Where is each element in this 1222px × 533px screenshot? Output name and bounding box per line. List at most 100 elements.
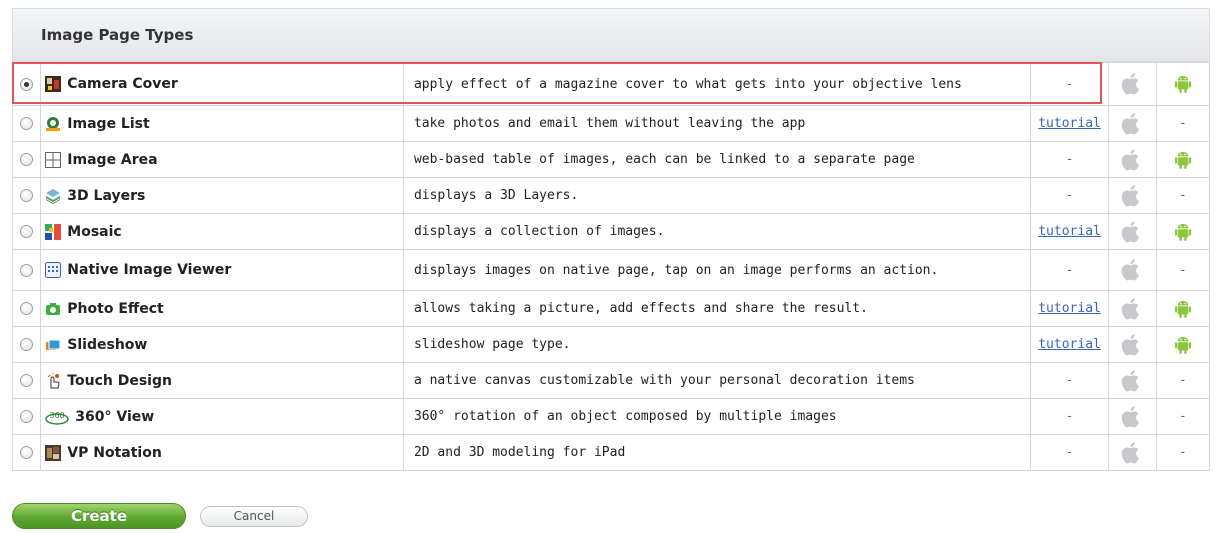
radio-cell (11, 177, 42, 214)
tutorial-cell: tutorial (1029, 290, 1110, 327)
apple-icon (1121, 220, 1143, 242)
tutorial-unavailable: - (1065, 262, 1074, 278)
android-cell: - (1155, 177, 1211, 214)
page-type-description: allows taking a picture, add effects and… (402, 290, 1031, 327)
page-type-name: Slideshow (67, 336, 148, 353)
action-bar: Create Cancel (12, 503, 308, 529)
ios-cell (1108, 105, 1157, 142)
table-row[interactable]: VP Notation 2D and 3D modeling for iPad - - (11, 434, 1211, 471)
android-unavailable: - (1178, 445, 1187, 460)
table-row[interactable]: Mosaic displays a collection of images. tu… (11, 213, 1211, 250)
page-type-name: Native Image Viewer (67, 262, 232, 278)
page-type-radio[interactable] (20, 225, 34, 238)
page-type-name: Mosaic (67, 223, 122, 240)
android-unavailable: - (1178, 188, 1187, 203)
page-type-name-cell: Image Area (40, 141, 404, 178)
vp-notation-icon (45, 444, 62, 461)
radio-cell (11, 290, 42, 327)
page-type-radio[interactable] (20, 338, 34, 351)
radio-cell (11, 398, 42, 435)
page-types-panel: Image Page Types Camera Cover apply effec… (11, 8, 1211, 478)
page-type-name: Camera Cover (67, 76, 178, 92)
table-row[interactable]: Image Area web-based table of images, eac… (11, 141, 1211, 178)
page-type-name: Image Area (67, 151, 158, 168)
table-row[interactable]: Native Image Viewer displays images on na… (11, 249, 1211, 291)
page-type-radio[interactable] (20, 263, 34, 277)
cancel-button[interactable]: Cancel (200, 505, 308, 527)
android-cell: - (1155, 249, 1211, 291)
page-type-name: 360° View (75, 408, 155, 425)
page-type-name-cell: Mosaic (40, 213, 404, 250)
ios-cell (1108, 290, 1157, 327)
360-view-icon: 360 (45, 409, 69, 425)
page-type-name: Photo Effect (67, 300, 164, 317)
android-cell (1155, 290, 1211, 327)
page-type-radio[interactable] (20, 374, 34, 387)
page-type-radio[interactable] (20, 189, 34, 202)
table-row[interactable]: 360 360° View 360° rotation of an object c… (11, 398, 1211, 435)
android-icon (1174, 300, 1192, 318)
tutorial-cell: - (1029, 177, 1110, 214)
table-row[interactable]: Touch Design a native canvas customizable… (11, 362, 1211, 399)
radio-cell (11, 434, 42, 471)
radio-cell (11, 362, 42, 399)
page-type-description: apply effect of a magazine cover to what… (402, 62, 1031, 106)
tutorial-cell: - (1029, 434, 1110, 471)
ios-cell (1108, 177, 1157, 214)
tutorial-cell: - (1029, 141, 1110, 178)
page-type-radio[interactable] (20, 77, 34, 91)
page-type-radio[interactable] (20, 302, 34, 315)
table-row[interactable]: Camera Cover apply effect of a magazine c… (11, 62, 1211, 106)
android-unavailable: - (1178, 116, 1187, 131)
page-type-name: 3D Layers (67, 187, 146, 204)
page-type-radio[interactable] (20, 446, 34, 459)
page-types-table: Camera Cover apply effect of a magazine c… (11, 62, 1211, 471)
android-cell: - (1155, 362, 1211, 399)
layers-icon (45, 188, 61, 204)
table-row[interactable]: Image List take photos and email them wit… (11, 105, 1211, 142)
apple-icon (1121, 148, 1143, 170)
page-type-radio[interactable] (20, 410, 34, 423)
page-type-name-cell: Camera Cover (40, 62, 404, 106)
ios-cell (1108, 213, 1157, 250)
page-type-radio[interactable] (20, 153, 34, 166)
ios-cell (1108, 62, 1157, 106)
image-viewer-icon (45, 262, 62, 278)
android-cell (1155, 213, 1211, 250)
tutorial-link[interactable]: tutorial (1038, 116, 1101, 131)
tutorial-link[interactable]: tutorial (1038, 301, 1101, 316)
page-type-name-cell: 3D Layers (40, 177, 404, 214)
ios-cell (1108, 249, 1157, 291)
android-unavailable: - (1178, 262, 1187, 278)
page-type-name-cell: Touch Design (40, 362, 404, 399)
tutorial-link[interactable]: tutorial (1038, 337, 1101, 352)
tutorial-link[interactable]: tutorial (1038, 224, 1101, 239)
tutorial-unavailable: - (1065, 445, 1074, 460)
page-type-name-cell: Image List (40, 105, 404, 142)
android-icon (1174, 336, 1192, 354)
page-type-description: slideshow page type. (402, 326, 1031, 363)
page-type-radio[interactable] (20, 117, 34, 130)
create-button[interactable]: Create (12, 503, 186, 529)
slideshow-icon (45, 337, 61, 353)
tutorial-cell: - (1029, 249, 1110, 291)
android-icon (1174, 223, 1192, 241)
svg-text:360: 360 (50, 411, 65, 420)
touch-design-icon (45, 371, 61, 389)
tutorial-unavailable: - (1065, 409, 1074, 424)
table-row[interactable]: 3D Layers displays a 3D Layers. - - (11, 177, 1211, 214)
table-row[interactable]: Photo Effect allows taking a picture, add… (11, 290, 1211, 327)
panel-title: Image Page Types (41, 26, 194, 44)
table-row[interactable]: Slideshow slideshow page type. tutorial (11, 326, 1211, 363)
radio-cell (11, 105, 42, 142)
radio-cell (11, 62, 42, 106)
page-type-name: VP Notation (67, 444, 162, 461)
tutorial-cell: tutorial (1029, 326, 1110, 363)
apple-icon (1121, 369, 1143, 391)
android-cell (1155, 326, 1211, 363)
page-type-description: take photos and email them without leavi… (402, 105, 1031, 142)
radio-cell (11, 141, 42, 178)
tutorial-unavailable: - (1065, 373, 1074, 388)
ios-cell (1108, 141, 1157, 178)
page-type-name-cell: Slideshow (40, 326, 404, 363)
